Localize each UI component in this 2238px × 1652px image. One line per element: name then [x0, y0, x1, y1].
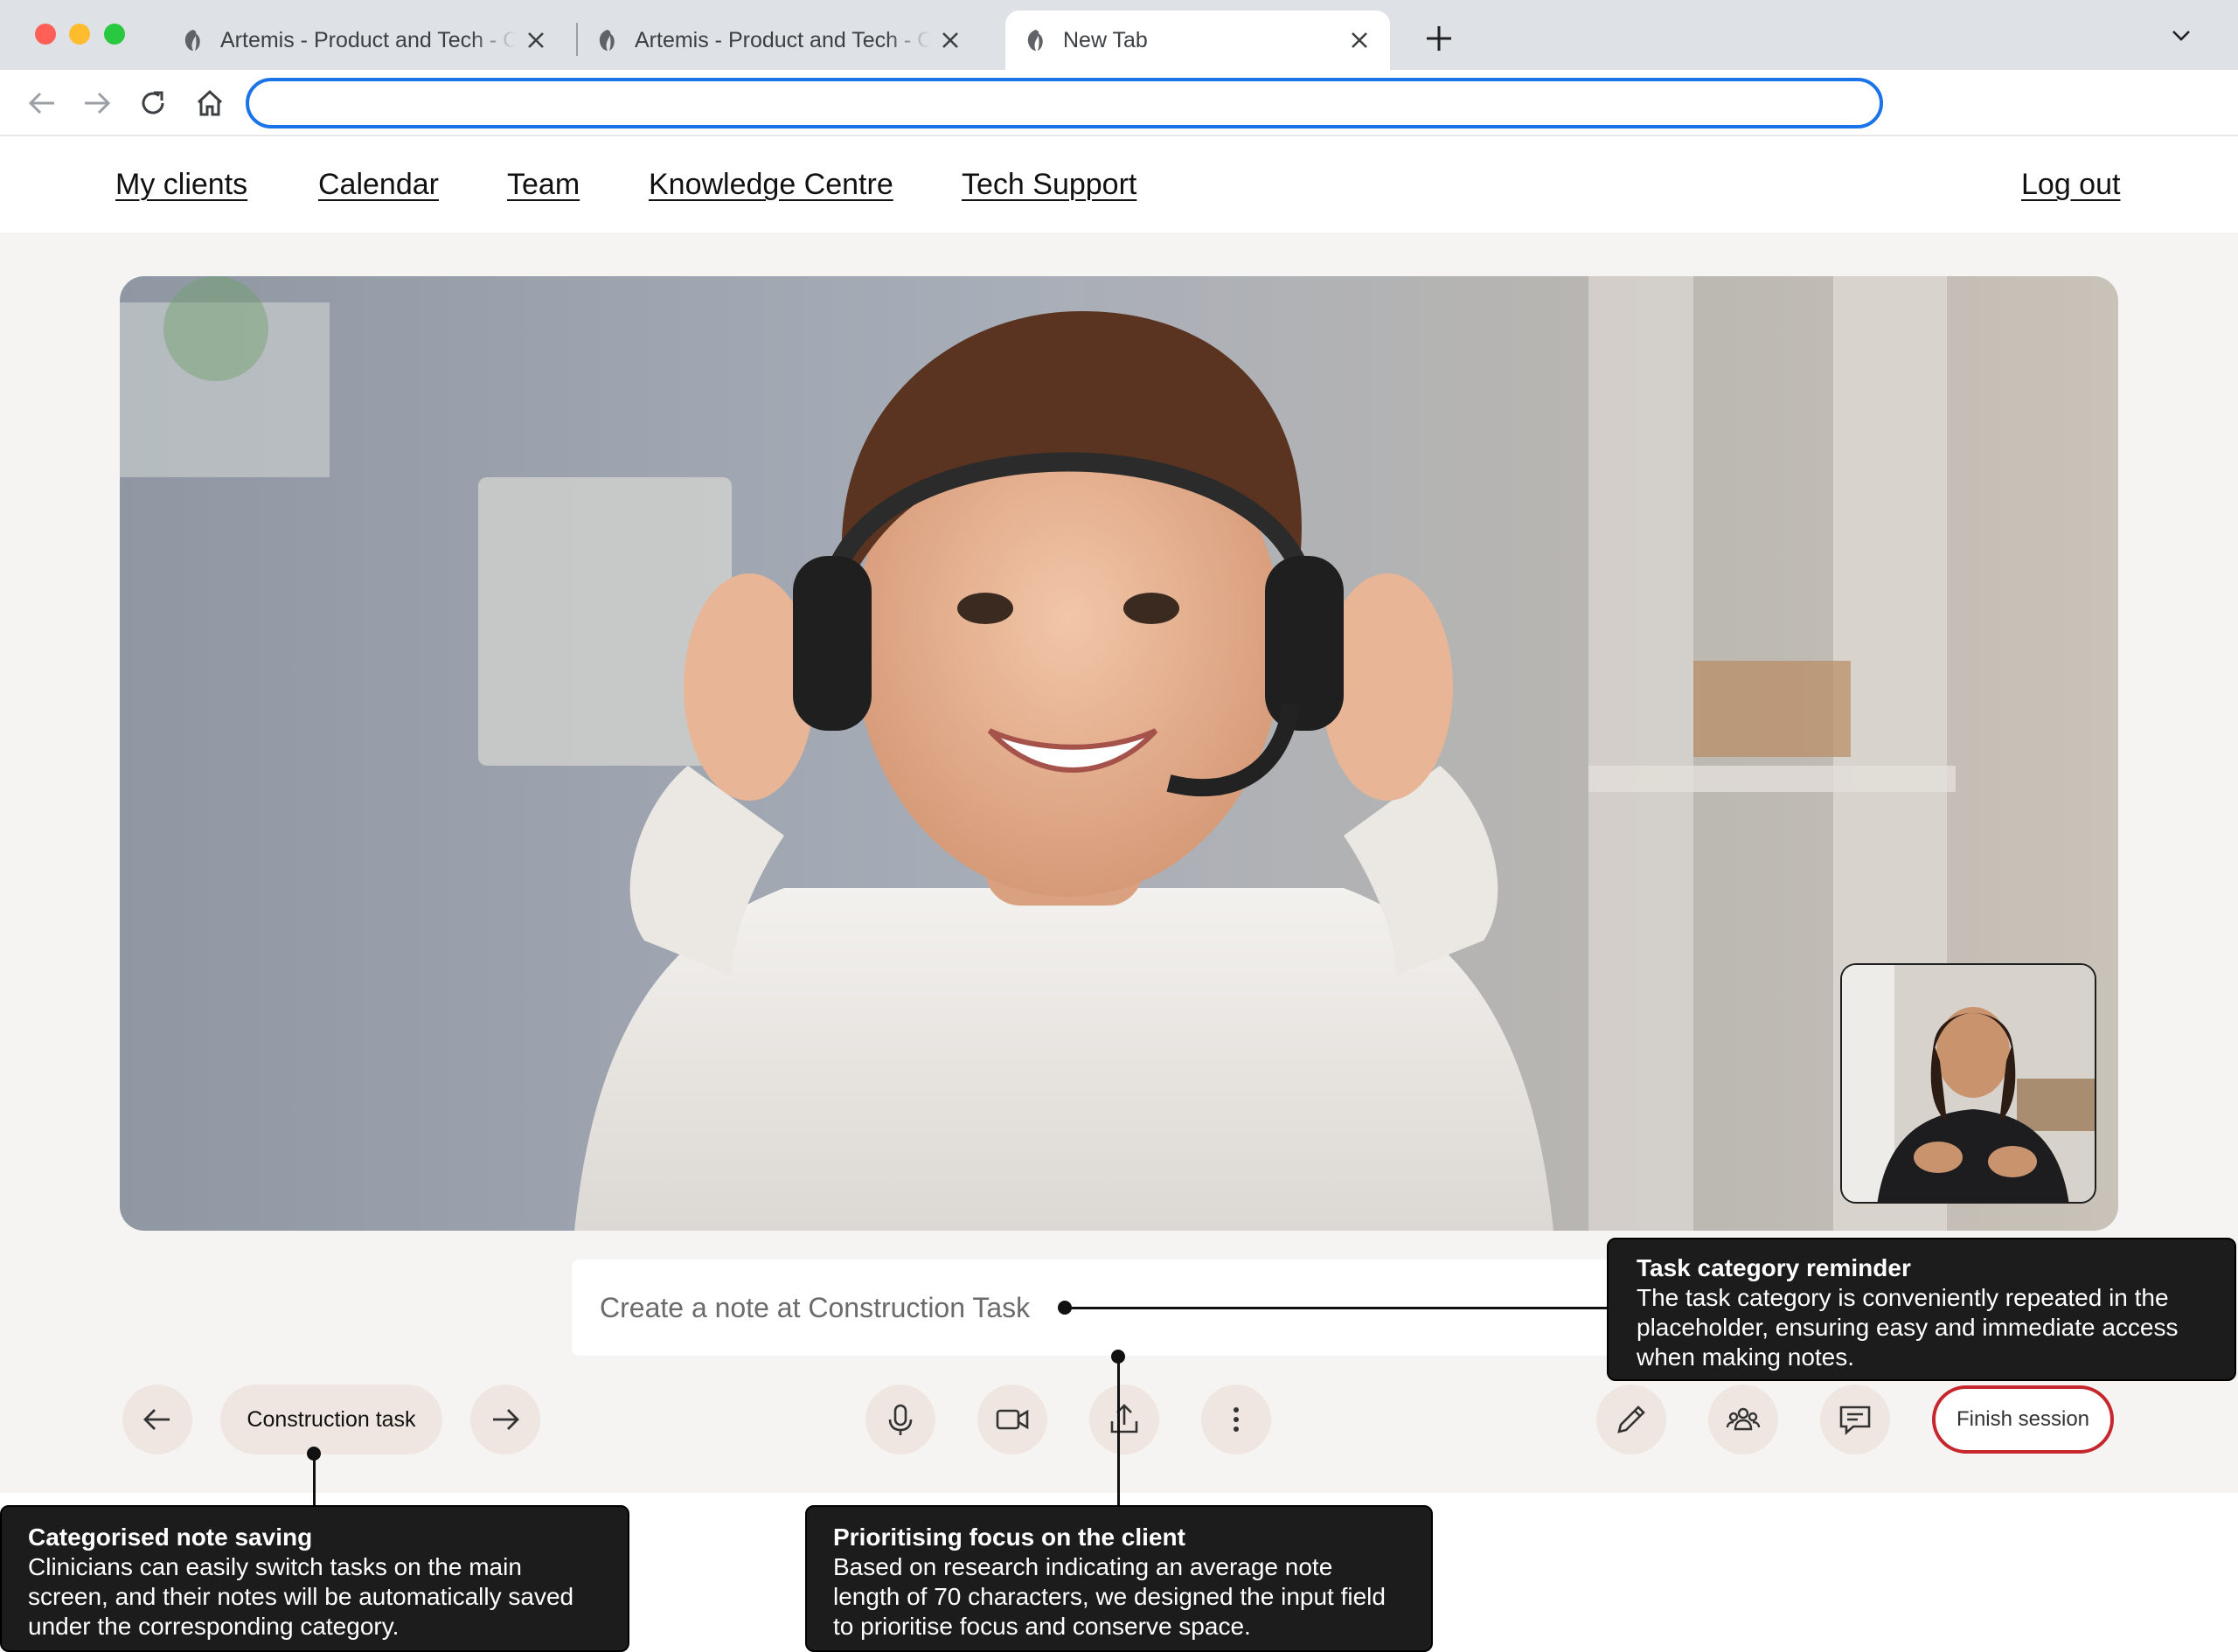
annotation-prioritising-focus: Prioritising focus on the client Based o… — [805, 1505, 1433, 1652]
annotation-heading: Prioritising focus on the client — [833, 1524, 1185, 1551]
participants-button[interactable] — [1708, 1385, 1778, 1454]
forward-arrow-icon[interactable] — [80, 86, 115, 121]
reload-icon[interactable] — [136, 86, 170, 121]
finish-session-button[interactable]: Finish session — [1932, 1385, 2114, 1454]
artemis-favicon-icon — [1027, 30, 1043, 51]
microphone-button[interactable] — [865, 1385, 935, 1454]
annotation-connector — [313, 1453, 316, 1507]
close-icon[interactable] — [1348, 29, 1371, 52]
client-video-image — [120, 276, 2118, 1231]
log-out-link[interactable]: Log out — [2021, 168, 2120, 202]
finish-session-label: Finish session — [1956, 1407, 2090, 1431]
window-minimize-control[interactable] — [69, 24, 90, 45]
window-zoom-control[interactable] — [104, 24, 125, 45]
chevron-down-icon[interactable] — [2168, 23, 2194, 49]
window-close-control[interactable] — [35, 24, 56, 45]
therapist-video-image — [1842, 965, 2095, 1202]
browser-tab-bar: Artemis - Product and Tech - Co Artemis … — [0, 0, 2238, 70]
annotation-categorised-saving: Categorised note saving Clinicians can e… — [0, 1505, 629, 1652]
artemis-favicon-icon — [184, 30, 200, 51]
pencil-icon — [1617, 1406, 1645, 1433]
microphone-icon — [888, 1404, 913, 1435]
tab-title: Artemis - Product and Tech - Co — [220, 27, 516, 52]
browser-tab-active[interactable]: New Tab — [1005, 10, 1390, 70]
browser-tab-2[interactable]: Artemis - Product and Tech - Co — [577, 10, 981, 70]
annotation-task-category: Task category reminder The task category… — [1607, 1238, 2236, 1381]
share-upload-button[interactable] — [1089, 1385, 1159, 1454]
notes-button[interactable] — [1596, 1385, 1666, 1454]
video-camera-icon — [996, 1409, 1029, 1430]
nav-link-knowledge-centre[interactable]: Knowledge Centre — [649, 168, 893, 202]
annotation-connector — [1117, 1357, 1120, 1507]
upload-icon — [1110, 1404, 1138, 1433]
artemis-favicon-icon — [599, 30, 615, 51]
annotation-heading: Task category reminder — [1637, 1254, 1911, 1281]
address-bar-input[interactable] — [246, 78, 1883, 128]
arrow-right-icon — [493, 1409, 519, 1430]
new-tab-plus-icon[interactable] — [1423, 23, 1455, 54]
more-vertical-icon — [1234, 1407, 1239, 1432]
close-icon[interactable] — [939, 29, 962, 52]
client-video-feed — [120, 276, 2118, 1231]
browser-tab-1[interactable]: Artemis - Product and Tech - Co — [163, 10, 566, 70]
close-icon[interactable] — [525, 29, 547, 52]
nav-link-calendar[interactable]: Calendar — [318, 168, 439, 202]
home-icon[interactable] — [192, 86, 227, 121]
next-task-button[interactable] — [470, 1385, 540, 1454]
task-category-button[interactable]: Construction task — [220, 1385, 442, 1454]
therapist-video-thumbnail[interactable] — [1840, 963, 2096, 1204]
arrow-left-icon — [143, 1409, 170, 1430]
app-navigation: My clients Calendar Team Knowledge Centr… — [0, 138, 2238, 233]
annotation-body: The task category is conveniently repeat… — [1637, 1284, 2179, 1371]
nav-link-my-clients[interactable]: My clients — [115, 168, 247, 202]
annotation-body: Based on research indicating an average … — [833, 1553, 1386, 1640]
chat-button[interactable] — [1820, 1385, 1890, 1454]
nav-link-team[interactable]: Team — [507, 168, 580, 202]
camera-button[interactable] — [977, 1385, 1047, 1454]
annotation-body: Clinicians can easily switch tasks on th… — [28, 1553, 574, 1640]
previous-task-button[interactable] — [122, 1385, 192, 1454]
people-group-icon — [1726, 1407, 1761, 1431]
annotation-connector — [1065, 1307, 1607, 1309]
tab-title: Artemis - Product and Tech - Co — [635, 27, 930, 52]
chat-bubble-icon — [1839, 1406, 1871, 1435]
task-category-label: Construction task — [247, 1406, 416, 1432]
nav-link-tech-support[interactable]: Tech Support — [962, 168, 1136, 202]
more-options-button[interactable] — [1201, 1385, 1271, 1454]
annotation-heading: Categorised note saving — [28, 1524, 313, 1551]
back-arrow-icon[interactable] — [24, 86, 59, 121]
tab-title: New Tab — [1063, 27, 1148, 52]
